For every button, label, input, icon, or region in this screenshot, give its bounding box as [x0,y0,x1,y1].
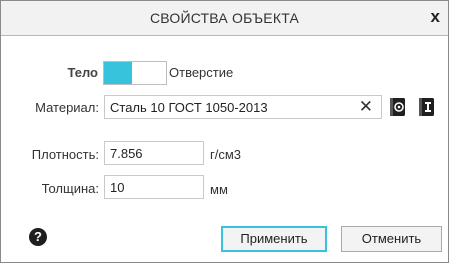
clear-icon[interactable]: ✕ [359,97,373,117]
title-bar: СВОЙСТВА ОБЪЕКТА x [1,1,448,36]
density-label: Плотность: [31,147,99,162]
body-mode-label: Тело [67,65,98,80]
dialog-title: СВОЙСТВА ОБЪЕКТА [149,10,300,26]
density-field[interactable]: 7.856 [104,141,204,165]
material-field[interactable]: Сталь 10 ГОСТ 1050-2013 ✕ [104,95,382,119]
thickness-field[interactable]: 10 [104,175,204,199]
thickness-label: Толщина: [41,181,99,196]
close-icon[interactable]: x [431,7,440,27]
material-value: Сталь 10 ГОСТ 1050-2013 [110,100,268,115]
toggle-active-segment [104,62,132,84]
hole-mode-label: Отверстие [169,65,234,80]
apply-button[interactable]: Применить [221,226,327,252]
object-properties-dialog: СВОЙСТВА ОБЪЕКТА x Тело Отверстие Матери… [0,0,449,263]
material-library-icon[interactable] [388,96,408,118]
cancel-button[interactable]: Отменить [341,226,442,252]
material-info-icon[interactable] [417,96,437,118]
thickness-unit: мм [210,182,228,197]
density-unit: г/см3 [210,147,242,162]
body-hole-toggle[interactable] [103,61,167,85]
help-icon[interactable]: ? [29,228,47,246]
material-label: Материал: [35,100,99,115]
